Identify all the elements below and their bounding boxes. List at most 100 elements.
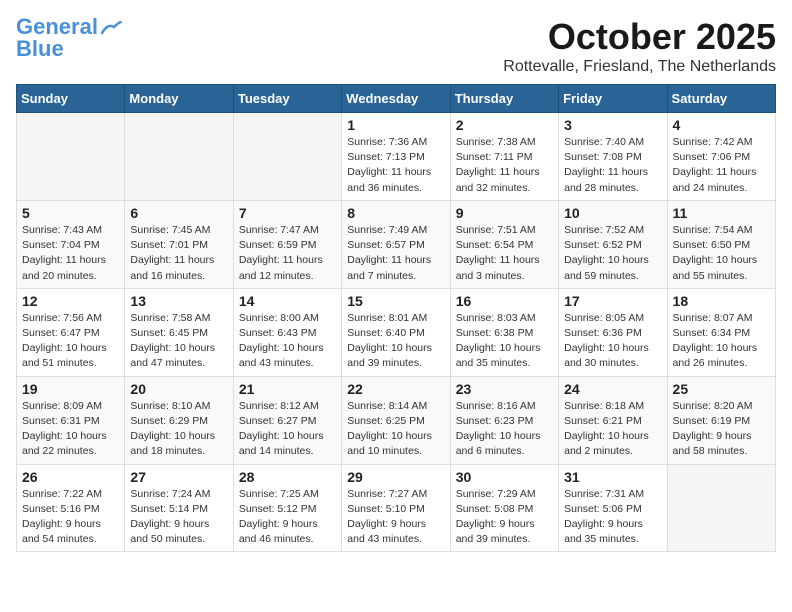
calendar-cell: 17 Sunrise: 8:05 AM Sunset: 6:36 PM Dayli… (559, 288, 667, 376)
day-info: Sunrise: 7:38 AM Sunset: 7:11 PM Dayligh… (456, 135, 553, 196)
weekday-header: Thursday (450, 85, 558, 113)
day-info: Sunrise: 8:05 AM Sunset: 6:36 PM Dayligh… (564, 311, 661, 372)
day-number: 31 (564, 469, 661, 485)
calendar-week-row: 1 Sunrise: 7:36 AM Sunset: 7:13 PM Daylig… (17, 113, 776, 201)
day-number: 6 (130, 205, 227, 221)
calendar-cell: 21 Sunrise: 8:12 AM Sunset: 6:27 PM Dayli… (233, 376, 341, 464)
calendar-cell: 16Sunrise: 8:03 AM Sunset: 6:38 PM Dayli… (450, 288, 558, 376)
weekday-header: Wednesday (342, 85, 450, 113)
calendar-cell: 11 Sunrise: 7:54 AM Sunset: 6:50 PM Dayli… (667, 200, 775, 288)
calendar-cell: 6 Sunrise: 7:45 AM Sunset: 7:01 PM Daylig… (125, 200, 233, 288)
calendar-week-row: 26 Sunrise: 7:22 AM Sunset: 5:16 PM Dayli… (17, 464, 776, 552)
calendar-cell: 9 Sunrise: 7:51 AM Sunset: 6:54 PM Daylig… (450, 200, 558, 288)
calendar-cell: 31 Sunrise: 7:31 AM Sunset: 5:06 PM Dayli… (559, 464, 667, 552)
logo-text: General Blue (16, 16, 98, 60)
day-info: Sunrise: 7:24 AM Sunset: 5:14 PM Dayligh… (130, 487, 227, 548)
month-title: October 2025 (503, 16, 776, 58)
location-subtitle: Rottevalle, Friesland, The Netherlands (503, 58, 776, 76)
day-info: Sunrise: 7:22 AM Sunset: 5:16 PM Dayligh… (22, 487, 119, 548)
day-info: Sunrise: 7:52 AM Sunset: 6:52 PM Dayligh… (564, 223, 661, 284)
day-info: Sunrise: 7:51 AM Sunset: 6:54 PM Dayligh… (456, 223, 553, 284)
calendar-cell: 25 Sunrise: 8:20 AM Sunset: 6:19 PM Dayli… (667, 376, 775, 464)
day-info: Sunrise: 7:27 AM Sunset: 5:10 PM Dayligh… (347, 487, 444, 548)
calendar-cell: 24Sunrise: 8:18 AM Sunset: 6:21 PM Dayli… (559, 376, 667, 464)
title-block: October 2025 Rottevalle, Friesland, The … (503, 16, 776, 76)
weekday-header-row: SundayMondayTuesdayWednesdayThursdayFrid… (17, 85, 776, 113)
day-number: 22 (347, 381, 444, 397)
day-info: Sunrise: 8:01 AM Sunset: 6:40 PM Dayligh… (347, 311, 444, 372)
calendar-cell: 19 Sunrise: 8:09 AM Sunset: 6:31 PM Dayli… (17, 376, 125, 464)
weekday-header: Sunday (17, 85, 125, 113)
calendar-cell: 28 Sunrise: 7:25 AM Sunset: 5:12 PM Dayli… (233, 464, 341, 552)
calendar-cell (17, 113, 125, 201)
day-info: Sunrise: 7:40 AM Sunset: 7:08 PM Dayligh… (564, 135, 661, 196)
day-number: 1 (347, 117, 444, 133)
day-info: Sunrise: 8:12 AM Sunset: 6:27 PM Dayligh… (239, 399, 336, 460)
calendar-cell: 15 Sunrise: 8:01 AM Sunset: 6:40 PM Dayli… (342, 288, 450, 376)
calendar-week-row: 19 Sunrise: 8:09 AM Sunset: 6:31 PM Dayli… (17, 376, 776, 464)
day-number: 10 (564, 205, 661, 221)
day-number: 27 (130, 469, 227, 485)
weekday-header: Saturday (667, 85, 775, 113)
day-info: Sunrise: 7:29 AM Sunset: 5:08 PM Dayligh… (456, 487, 553, 548)
calendar-cell: 30 Sunrise: 7:29 AM Sunset: 5:08 PM Dayli… (450, 464, 558, 552)
calendar-cell: 27 Sunrise: 7:24 AM Sunset: 5:14 PM Dayli… (125, 464, 233, 552)
day-info: Sunrise: 7:36 AM Sunset: 7:13 PM Dayligh… (347, 135, 444, 196)
day-number: 5 (22, 205, 119, 221)
day-number: 19 (22, 381, 119, 397)
calendar-cell (233, 113, 341, 201)
calendar-cell: 23 Sunrise: 8:16 AM Sunset: 6:23 PM Dayli… (450, 376, 558, 464)
day-number: 9 (456, 205, 553, 221)
day-info: Sunrise: 7:45 AM Sunset: 7:01 PM Dayligh… (130, 223, 227, 284)
day-info: Sunrise: 8:16 AM Sunset: 6:23 PM Dayligh… (456, 399, 553, 460)
calendar-cell: 20Sunrise: 8:10 AM Sunset: 6:29 PM Dayli… (125, 376, 233, 464)
calendar-cell: 1 Sunrise: 7:36 AM Sunset: 7:13 PM Daylig… (342, 113, 450, 201)
day-info: Sunrise: 7:56 AM Sunset: 6:47 PM Dayligh… (22, 311, 119, 372)
day-number: 17 (564, 293, 661, 309)
day-info: Sunrise: 7:31 AM Sunset: 5:06 PM Dayligh… (564, 487, 661, 548)
day-number: 29 (347, 469, 444, 485)
day-number: 7 (239, 205, 336, 221)
day-number: 23 (456, 381, 553, 397)
day-info: Sunrise: 7:49 AM Sunset: 6:57 PM Dayligh… (347, 223, 444, 284)
calendar-cell: 10 Sunrise: 7:52 AM Sunset: 6:52 PM Dayli… (559, 200, 667, 288)
weekday-header: Tuesday (233, 85, 341, 113)
day-info: Sunrise: 8:20 AM Sunset: 6:19 PM Dayligh… (673, 399, 770, 460)
day-info: Sunrise: 7:42 AM Sunset: 7:06 PM Dayligh… (673, 135, 770, 196)
day-number: 12 (22, 293, 119, 309)
calendar-cell: 18Sunrise: 8:07 AM Sunset: 6:34 PM Dayli… (667, 288, 775, 376)
day-info: Sunrise: 7:54 AM Sunset: 6:50 PM Dayligh… (673, 223, 770, 284)
day-number: 8 (347, 205, 444, 221)
calendar-cell: 26 Sunrise: 7:22 AM Sunset: 5:16 PM Dayli… (17, 464, 125, 552)
day-number: 28 (239, 469, 336, 485)
day-info: Sunrise: 8:09 AM Sunset: 6:31 PM Dayligh… (22, 399, 119, 460)
day-info: Sunrise: 7:47 AM Sunset: 6:59 PM Dayligh… (239, 223, 336, 284)
day-number: 13 (130, 293, 227, 309)
day-number: 26 (22, 469, 119, 485)
calendar-cell: 2 Sunrise: 7:38 AM Sunset: 7:11 PM Daylig… (450, 113, 558, 201)
calendar-cell: 13Sunrise: 7:58 AM Sunset: 6:45 PM Dayli… (125, 288, 233, 376)
day-info: Sunrise: 8:14 AM Sunset: 6:25 PM Dayligh… (347, 399, 444, 460)
day-info: Sunrise: 7:25 AM Sunset: 5:12 PM Dayligh… (239, 487, 336, 548)
day-number: 2 (456, 117, 553, 133)
calendar-cell: 8 Sunrise: 7:49 AM Sunset: 6:57 PM Daylig… (342, 200, 450, 288)
calendar-cell: 29 Sunrise: 7:27 AM Sunset: 5:10 PM Dayli… (342, 464, 450, 552)
day-number: 21 (239, 381, 336, 397)
day-number: 15 (347, 293, 444, 309)
calendar-cell: 4Sunrise: 7:42 AM Sunset: 7:06 PM Daylig… (667, 113, 775, 201)
calendar-cell: 7 Sunrise: 7:47 AM Sunset: 6:59 PM Daylig… (233, 200, 341, 288)
day-number: 18 (673, 293, 770, 309)
calendar-table: SundayMondayTuesdayWednesdayThursdayFrid… (16, 84, 776, 552)
calendar-cell: 5 Sunrise: 7:43 AM Sunset: 7:04 PM Daylig… (17, 200, 125, 288)
day-info: Sunrise: 7:43 AM Sunset: 7:04 PM Dayligh… (22, 223, 119, 284)
day-number: 25 (673, 381, 770, 397)
day-info: Sunrise: 8:00 AM Sunset: 6:43 PM Dayligh… (239, 311, 336, 372)
day-number: 30 (456, 469, 553, 485)
day-number: 14 (239, 293, 336, 309)
day-number: 11 (673, 205, 770, 221)
day-number: 3 (564, 117, 661, 133)
logo: General Blue (16, 16, 122, 60)
day-info: Sunrise: 8:18 AM Sunset: 6:21 PM Dayligh… (564, 399, 661, 460)
calendar-cell (125, 113, 233, 201)
weekday-header: Friday (559, 85, 667, 113)
